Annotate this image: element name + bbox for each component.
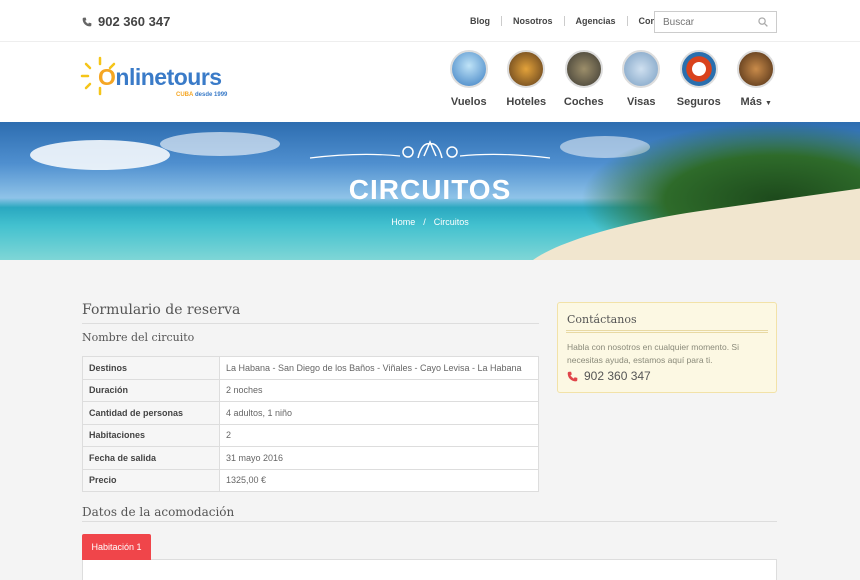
row-key: Cantidad de personas [82,401,220,425]
table-row: Duración 2 noches [82,378,539,402]
nav-item-seguros[interactable]: Seguros [670,50,728,108]
divider [82,323,539,324]
contact-text: Habla con nosotros en cualquier momento.… [567,342,739,365]
logo-wordmark: Onlinetours [98,64,222,90]
contact-box: Contáctanos Habla con nosotros en cualqu… [557,302,777,393]
cloud-decoration [30,140,170,170]
booking-summary-table: Destinos La Habana - San Diego de los Bañ… [82,356,539,492]
breadcrumb: Home / Circuitos [0,217,860,227]
divider [501,16,502,26]
car-icon [564,50,603,88]
row-key: Habitaciones [82,423,220,447]
contact-phone[interactable]: 902 360 347 [567,369,651,383]
search-input[interactable] [655,12,755,33]
table-row: Precio 1325,00 € [82,468,539,492]
top-bar: 902 360 347 Blog Nosotros Agencias Contá… [0,0,860,42]
row-value: 4 adultos, 1 niño [219,401,539,425]
row-key: Duración [82,378,220,402]
top-phone[interactable]: 902 360 347 [82,14,170,29]
nav-label: Hoteles [506,96,547,108]
row-key: Fecha de salida [82,446,220,470]
top-link-blog[interactable]: Blog [470,16,490,26]
site-logo[interactable]: Onlinetours CUBA desde 1999 [80,52,240,100]
row-value: 2 noches [219,378,539,402]
top-link-agencias[interactable]: Agencias [576,16,616,26]
breadcrumb-current: Circuitos [433,217,469,227]
row-key: Destinos [82,356,220,380]
divider [566,330,768,333]
circuit-name: Nombre del circuito [82,331,195,344]
ornament-flourish-icon [309,140,551,159]
nav-item-hoteles[interactable]: Hoteles [498,50,556,108]
search-box [654,11,777,33]
table-row: Fecha de salida 31 mayo 2016 [82,446,539,470]
lifebuoy-icon [679,50,718,88]
phone-icon [567,371,578,381]
caret-down-icon: ▼ [765,100,772,107]
nav-item-mas[interactable]: Más ▼ [728,50,786,108]
row-value: La Habana - San Diego de los Baños - Viñ… [219,356,539,380]
header: Onlinetours CUBA desde 1999 Vuelos Hotel… [0,42,860,122]
nav-item-vuelos[interactable]: Vuelos [440,50,498,108]
nav-item-visas[interactable]: Visas [613,50,671,108]
tab-room-1[interactable]: Habitación 1 [82,534,151,560]
phone-icon [82,17,92,26]
nav-label: Seguros [676,96,721,108]
page-title: CIRCUITOS [348,174,512,205]
divider [563,16,565,26]
top-link-nosotros[interactable]: Nosotros [513,16,553,26]
table-row: Destinos La Habana - San Diego de los Bañ… [82,356,539,380]
compass-icon [737,50,776,88]
nav-label: Visas [626,96,656,108]
nav-item-coches[interactable]: Coches [555,50,613,108]
nav-label-more: Más ▼ [740,96,772,108]
table-row: Cantidad de personas 4 adultos, 1 niño [82,401,539,425]
plane-icon [449,50,488,88]
nav-label: Coches [563,96,604,108]
divider [82,521,777,522]
cloud-decoration [160,132,280,156]
logo-tagline: CUBA desde 1999 [176,92,228,98]
main-nav: Vuelos Hoteles Coches Visas Seguros Más … [440,50,785,108]
contact-phone-number: 902 360 347 [584,369,651,383]
visa-icon [622,50,661,88]
search-icon[interactable] [758,17,768,27]
divider [626,16,628,26]
form-title: Formulario de reserva [82,302,241,318]
row-key: Precio [82,468,220,492]
table-row: Habitaciones 2 [82,423,539,447]
nav-label: Vuelos [450,96,487,108]
hotel-icon [507,50,546,88]
row-value: 2 [219,423,539,447]
contact-title: Contáctanos [567,313,637,326]
breadcrumb-separator: / [423,217,426,227]
row-value: 1325,00 € [219,468,539,492]
top-phone-number: 902 360 347 [98,14,171,29]
row-value: 31 mayo 2016 [219,446,539,470]
breadcrumb-home[interactable]: Home [391,217,415,227]
accommodation-title: Datos de la acomodación [82,505,235,519]
room-panel [82,559,777,580]
